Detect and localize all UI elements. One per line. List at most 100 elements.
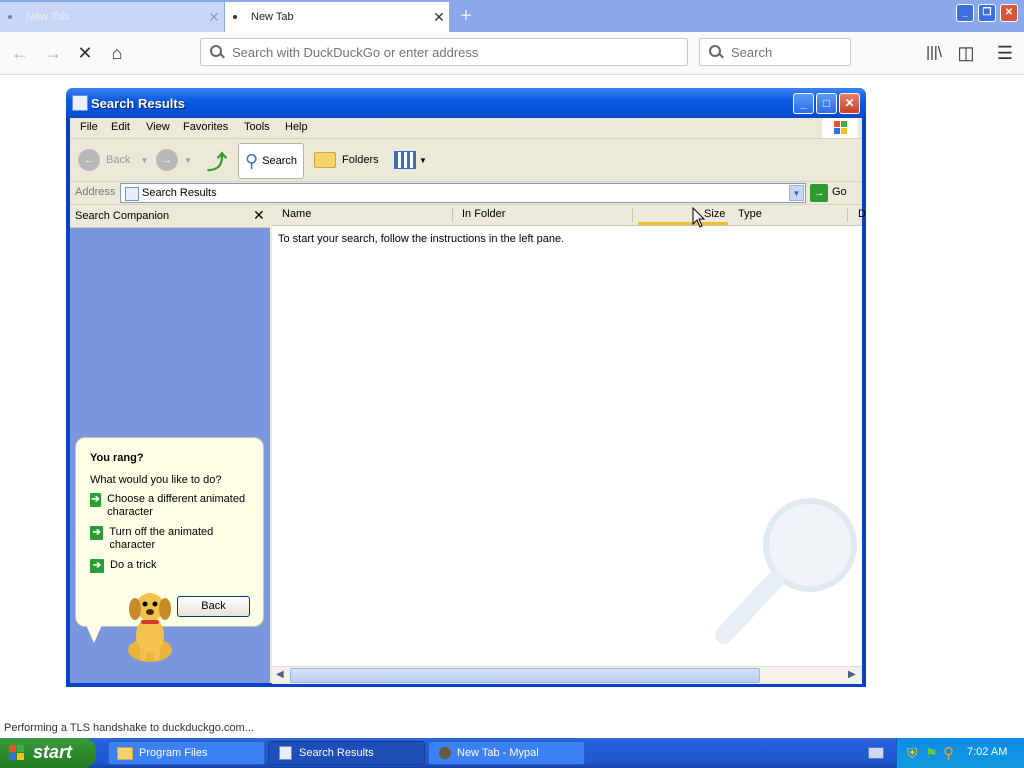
mypal-icon — [439, 747, 451, 759]
up-folder-icon[interactable]: ⤴ — [207, 145, 227, 175]
tab-new-tab-2[interactable]: New Tab ✕ — [225, 2, 449, 32]
search-companion-header: Search Companion ✕ — [70, 205, 270, 228]
column-date-modified[interactable]: D — [858, 208, 866, 220]
back-label: Back — [106, 154, 131, 166]
folders-button[interactable]: Folders — [314, 145, 379, 175]
search-watermark-icon — [715, 498, 857, 644]
close-pane-icon[interactable]: ✕ — [253, 207, 265, 224]
menu-file[interactable]: File — [80, 121, 98, 133]
column-hover-underline — [638, 222, 728, 225]
mouse-cursor-icon — [692, 207, 706, 228]
menu-favorites[interactable]: Favorites — [183, 121, 228, 133]
option-turn-off-character[interactable]: ➔ Turn off the animated character — [90, 526, 255, 552]
menu-view[interactable]: View — [146, 121, 170, 133]
maximize-button[interactable]: □ — [816, 93, 837, 114]
url-placeholder: Search with DuckDuckGo or enter address — [232, 44, 479, 60]
start-button[interactable]: start — [0, 738, 96, 768]
close-window-button[interactable]: ✕ — [1000, 4, 1018, 22]
views-button[interactable]: ▼ — [394, 145, 427, 175]
search-window-icon — [279, 746, 292, 760]
option-do-a-trick[interactable]: ➔ Do a trick — [90, 559, 255, 573]
address-dropdown-arrow-icon[interactable]: ▼ — [789, 185, 804, 201]
dropdown-arrow-icon[interactable]: ▼ — [184, 156, 192, 165]
back-button[interactable]: ← Back ▼ — [78, 145, 148, 175]
menu-tools[interactable]: Tools — [244, 121, 270, 133]
stop-loading-icon[interactable]: ✕ — [72, 40, 98, 66]
column-type[interactable]: Type — [738, 208, 762, 220]
minimize-button[interactable]: _ — [793, 93, 814, 114]
address-field[interactable]: Search Results ▼ — [120, 183, 806, 203]
windows-logo-icon — [822, 118, 858, 138]
forward-button[interactable]: → ▼ — [156, 145, 192, 175]
dropdown-arrow-icon[interactable]: ▼ — [140, 156, 148, 165]
column-in-folder[interactable]: In Folder — [462, 208, 505, 220]
column-headers: Name In Folder Size Type D — [272, 205, 866, 226]
close-tab-icon[interactable]: ✕ — [204, 9, 224, 26]
task-search-results[interactable]: Search Results — [268, 741, 425, 765]
option-choose-character[interactable]: ➔ Choose a different animated character — [90, 493, 255, 519]
minimize-window-button[interactable]: _ — [956, 4, 974, 22]
standard-toolbar: ← Back ▼ → ▼ ⤴ ⚲ Search Folders ▼ — [70, 139, 862, 182]
favicon-dot — [8, 15, 12, 19]
url-bar[interactable]: Search with DuckDuckGo or enter address — [200, 38, 688, 66]
magnifier-icon: ⚲ — [245, 150, 259, 171]
search-companion-pane: Search Companion ✕ You rang? What would … — [70, 205, 270, 683]
navigation-toolbar: ← → ✕ ⌂ Search with DuckDuckGo or enter … — [0, 32, 1024, 75]
windows-flag-icon — [9, 745, 24, 760]
forward-arrow-icon[interactable]: → — [40, 40, 66, 66]
library-icon[interactable]: |||\ — [921, 40, 947, 66]
column-divider[interactable] — [452, 208, 453, 222]
search-window-icon — [72, 95, 88, 111]
scroll-thumb[interactable] — [290, 668, 760, 683]
rover-dog-icon[interactable] — [115, 585, 185, 665]
network-icon[interactable]: ⚑ — [925, 745, 938, 762]
back-arrow-icon[interactable]: ← — [7, 40, 33, 66]
new-tab-plus-icon[interactable]: + — [456, 4, 476, 28]
tab-new-tab-1[interactable]: New Tab ✕ — [0, 2, 224, 32]
restore-window-button[interactable]: ❐ — [978, 4, 996, 22]
column-divider[interactable] — [632, 208, 633, 222]
folders-label: Folders — [342, 154, 379, 166]
window-titlebar[interactable]: Search Results _ □ ✕ — [66, 88, 866, 118]
address-value: Search Results — [142, 187, 217, 199]
go-arrow-icon[interactable]: → — [810, 184, 828, 202]
scroll-left-icon[interactable]: ◀ — [276, 669, 284, 680]
browser-status-text: Performing a TLS handshake to duckduckgo… — [0, 722, 254, 738]
horizontal-scrollbar[interactable]: ◀ ▶ — [272, 666, 862, 684]
balloon-back-button[interactable]: Back — [177, 596, 250, 617]
balloon-tail — [86, 625, 102, 643]
menu-edit[interactable]: Edit — [111, 121, 130, 133]
forward-arrow-icon: → — [156, 149, 178, 171]
keyboard-language-icon[interactable] — [868, 747, 884, 759]
column-name[interactable]: Name — [282, 208, 311, 220]
address-bar: Address Search Results ▼ → Go — [70, 182, 862, 205]
sidebar-icon[interactable]: ◫ — [953, 40, 979, 66]
window-title: Search Results — [91, 96, 185, 111]
home-icon[interactable]: ⌂ — [104, 40, 130, 66]
menu-hamburger-icon[interactable]: ☰ — [992, 40, 1018, 66]
empty-results-message: To start your search, follow the instruc… — [278, 233, 565, 245]
security-shield-icon[interactable]: ⛨ — [907, 745, 918, 762]
task-mypal-browser[interactable]: New Tab - Mypal — [428, 741, 585, 765]
search-button[interactable]: ⚲ Search — [238, 143, 305, 179]
search-icon — [709, 45, 723, 59]
clock[interactable]: 7:02 AM — [967, 746, 1007, 758]
menu-help[interactable]: Help — [285, 121, 308, 133]
scroll-right-icon[interactable]: ▶ — [848, 669, 856, 680]
tab-strip: New Tab ✕ New Tab ✕ + _ ❐ ✕ — [0, 0, 1024, 32]
window-client: File Edit View Favorites Tools Help ← Ba… — [70, 118, 866, 684]
dropdown-arrow-icon: ▼ — [419, 155, 427, 165]
folder-icon — [117, 746, 133, 760]
close-tab-icon[interactable]: ✕ — [429, 9, 449, 26]
search-tray-icon[interactable]: ⚲ — [943, 744, 954, 762]
search-results-window: Search Results _ □ ✕ File Edit View Favo… — [66, 88, 866, 687]
go-label[interactable]: Go — [832, 186, 847, 198]
close-button[interactable]: ✕ — [839, 93, 860, 114]
search-bar[interactable]: Search — [699, 38, 851, 66]
column-size[interactable]: Size — [704, 208, 725, 220]
balloon-prompt: What would you like to do? — [90, 474, 222, 486]
task-program-files[interactable]: Program Files — [108, 741, 265, 765]
search-label: Search — [262, 155, 298, 167]
column-divider[interactable] — [847, 208, 848, 222]
folder-icon — [314, 152, 336, 168]
